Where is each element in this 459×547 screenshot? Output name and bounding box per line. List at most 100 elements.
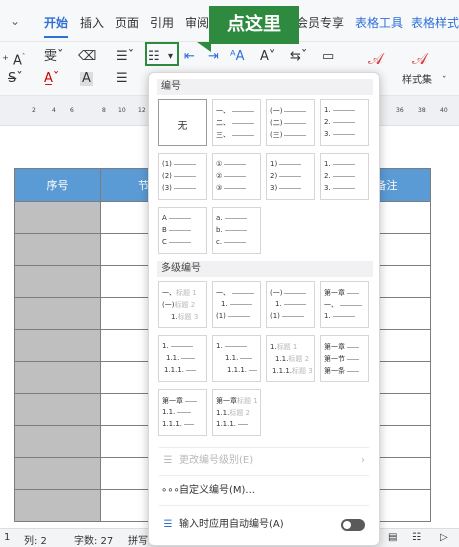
borders-icon[interactable]: ▭ [322, 50, 334, 64]
tab-table-tools[interactable]: 表格工具 [355, 14, 403, 31]
divider [159, 447, 369, 448]
heading-hint: 标题 2 [174, 301, 196, 309]
heading-hint: 标题 2 [288, 355, 310, 363]
numbering-option-chinese-comma[interactable]: 一、 二、 三、 [212, 99, 261, 146]
tab-insert[interactable]: 插入 [80, 14, 104, 31]
tab-review[interactable]: 审阅 [185, 14, 209, 31]
ruler-number: 4 [52, 107, 56, 114]
multilevel-option-chinese-mixed[interactable]: 一、 1. (1) [212, 281, 261, 328]
table-cell[interactable] [14, 393, 101, 426]
char-shading-icon[interactable]: A [80, 72, 93, 86]
table-cell[interactable] [14, 329, 101, 362]
indent-icon[interactable]: ⇥ [208, 50, 219, 64]
table-cell[interactable] [14, 425, 101, 458]
ruler-number: 8 [102, 107, 106, 114]
status-spell-check[interactable]: 拼写 [128, 532, 148, 547]
numbering-option-arabic-dot[interactable]: 1. 2. 3. [320, 99, 369, 146]
outdent-icon[interactable]: ⇤ [184, 50, 195, 64]
numbering-option-none[interactable]: 无 [158, 99, 207, 146]
multilevel-option-chapter[interactable]: 第一章 一、 1. [320, 281, 369, 328]
font-color-icon[interactable]: A̲ˇ [44, 72, 59, 86]
multilevel-option-chapter-headings[interactable]: 第一章标题 1 1.1.标题 2 1.1.1. [212, 389, 261, 436]
heading-hint: 标题 1 [237, 397, 258, 405]
auto-numbering-toggle[interactable] [341, 519, 365, 531]
auto-numbering-item[interactable]: ☰ 输入时应用自动编号(A) [159, 515, 371, 535]
click-here-callout: 点这里 [197, 6, 299, 52]
auto-numbering-icon: ☰ [163, 519, 173, 530]
chapter-label: 第一章 [216, 397, 237, 405]
multilevel-option-decimal[interactable]: 1. 1.1. 1.1.1. [158, 335, 207, 382]
multilevel-section-title: 多级编号 [157, 261, 373, 277]
status-page-partial: 1 [4, 532, 11, 543]
numbering-dropdown-panel: 编号 无 一、 二、 三、 (一) (二) (三) 1. 2. 3. (1) (… [148, 72, 380, 546]
numbering-option-arabic-half-paren[interactable]: 1) 2) 3) [266, 153, 315, 200]
tab-page[interactable]: 页面 [115, 14, 139, 31]
table-cell[interactable] [14, 489, 101, 522]
table-cell[interactable] [14, 457, 101, 490]
list-level-icon: ☰ [163, 455, 173, 466]
bullets-icon[interactable]: ☰ˇ [116, 50, 134, 64]
numbering-option-circled[interactable]: ① ② ③ [212, 153, 261, 200]
tab-vip[interactable]: 会员专享 [296, 14, 344, 31]
tab-table-style[interactable]: 表格样式 [411, 14, 459, 31]
table-cell[interactable] [14, 233, 101, 266]
eraser-icon[interactable]: ⌫ [78, 50, 96, 64]
ruler-number: 36 [396, 107, 404, 114]
font-grow-icon[interactable]: ⁺ Aˆ [2, 50, 25, 68]
ruler-number: 12 [138, 107, 146, 114]
chapter-label: 第一章 [324, 343, 345, 351]
page-view-icon[interactable]: ▤ [388, 532, 397, 543]
style-set-icon[interactable]: 𝒜 [412, 51, 427, 67]
numbering-option-chinese-paren[interactable]: (一) (二) (三) [266, 99, 315, 146]
multilevel-option-headings-1[interactable]: 一、标题 1 (一)标题 2 1.标题 3 [158, 281, 207, 328]
play-icon[interactable]: ▷ [440, 532, 448, 543]
header-seq[interactable]: 序号 [14, 168, 101, 202]
ruler-number: 2 [32, 107, 36, 114]
multilevel-option-decimal-indent[interactable]: 1. 1.1. 1.1.1. [212, 335, 261, 382]
chapter-label: 第一章 [162, 397, 183, 405]
section-label: 第一节 [324, 355, 345, 363]
ruler-number: 38 [418, 107, 426, 114]
heading-hint: 标题 3 [292, 367, 313, 375]
tab-start[interactable]: 开始 [44, 14, 69, 38]
heading-hint: 标题 1 [176, 289, 197, 297]
strikethrough-icon[interactable]: S̶ˇ [8, 72, 23, 86]
sort-icon[interactable]: ⇆ˇ [290, 50, 307, 64]
table-cell[interactable] [14, 265, 101, 298]
multilevel-option-chapter-section[interactable]: 第一章 第一节 第一条 [320, 335, 369, 382]
phonetic-guide-icon[interactable]: 雯ˇ [44, 50, 64, 64]
style-set-dropdown-icon[interactable]: ˇ [442, 74, 447, 88]
numbering-option-arabic-paren[interactable]: (1) (2) (3) [158, 153, 207, 200]
divider [159, 475, 369, 476]
tab-reference[interactable]: 引用 [150, 14, 174, 31]
numbering-none-label: 无 [177, 121, 188, 132]
divider [159, 505, 369, 506]
custom-numbering-item[interactable]: ∘∘∘ 自定义编号(M)... [159, 481, 371, 501]
numbering-option-arabic-dot-2[interactable]: 1. 2. 3. [320, 153, 369, 200]
collapse-dropdown-icon[interactable]: ⌄ [10, 14, 20, 28]
font-size-icon[interactable]: A˅ [260, 50, 275, 64]
numbering-option-lower-letter[interactable]: a. b. c. [212, 207, 261, 254]
outline-view-icon[interactable]: ☷ [412, 532, 421, 543]
multilevel-option-chapter-decimal[interactable]: 第一章 1.1. 1.1.1. [158, 389, 207, 436]
table-cell[interactable] [14, 297, 101, 330]
article-label: 第一条 [324, 367, 345, 375]
status-column: 列: 2 [24, 536, 47, 547]
table-cell[interactable] [14, 201, 101, 234]
change-case-icon[interactable]: ᴬA [230, 50, 245, 64]
change-level-label: 更改编号级别(E) [179, 455, 254, 466]
more-dots-icon: ∘∘∘ [161, 485, 180, 496]
status-word-count[interactable]: 字数: 27 [74, 532, 113, 547]
numbering-button-highlight [145, 42, 179, 66]
change-numbering-level-item[interactable]: ☰ 更改编号级别(E) › [159, 451, 371, 471]
numbering-section-title: 编号 [157, 79, 373, 95]
ruler-number: 10 [118, 107, 126, 114]
style-set-label[interactable]: 样式集 [402, 74, 432, 88]
align-left-icon[interactable]: ☰ [116, 72, 128, 86]
multilevel-option-paren-mixed[interactable]: (一) 1. (1) [266, 281, 315, 328]
style-icon-a[interactable]: 𝒜 [368, 51, 383, 67]
numbering-option-upper-letter[interactable]: A B C [158, 207, 207, 254]
multilevel-option-decimal-headings[interactable]: 1.标题 1 1.1.标题 2 1.1.1.标题 3 [266, 335, 315, 382]
table-cell[interactable] [14, 361, 101, 394]
heading-hint: 标题 2 [229, 409, 251, 417]
